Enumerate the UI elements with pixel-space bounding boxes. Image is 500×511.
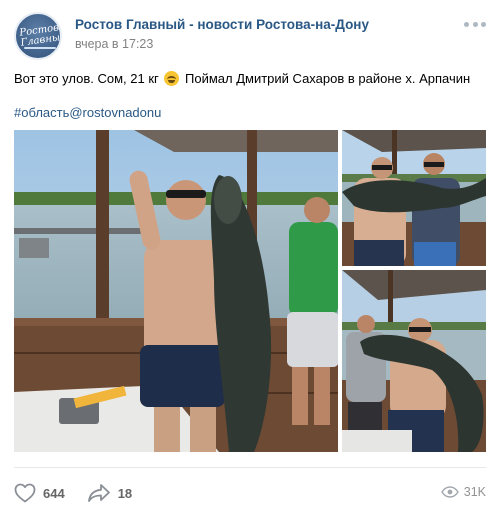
share-button[interactable]: 18 xyxy=(87,483,132,503)
grinning-face-icon xyxy=(164,71,180,86)
eye-icon xyxy=(440,486,459,498)
post-time-link[interactable]: вчера в 17:23 xyxy=(75,37,153,51)
author-name-link[interactable]: Ростов Главный - новости Ростова-на-Дону xyxy=(75,17,369,32)
post-text-continued: Поймал Дмитрий Сахаров в районе х. Арпач… xyxy=(185,71,471,86)
likes-count: 644 xyxy=(43,485,65,501)
views-count: 31K xyxy=(463,485,486,499)
wall-post: Ростов Главный Ростов Главный - новости … xyxy=(0,0,500,511)
avatar-logo-text: Ростов Главный xyxy=(18,22,62,49)
heart-icon xyxy=(14,483,36,503)
post-photo-3[interactable] xyxy=(342,270,486,452)
post-text: Вот это улов. Сом, 21 кг Поймал Дмитрий … xyxy=(14,70,470,87)
like-button[interactable]: 644 xyxy=(14,483,65,503)
post-actions: 644 18 xyxy=(14,480,154,506)
shares-count: 18 xyxy=(117,485,133,501)
post-photo-2[interactable] xyxy=(342,130,486,266)
post-photo-1[interactable] xyxy=(14,130,338,452)
views-counter: 31K xyxy=(440,485,486,499)
post-text-main: Вот это улов. Сом, 21 кг xyxy=(14,71,159,86)
community-avatar[interactable]: Ростов Главный xyxy=(14,12,62,60)
more-options-icon[interactable] xyxy=(464,19,486,29)
share-arrow-icon xyxy=(87,484,110,502)
hashtag-link[interactable]: #область@rostovnadonu xyxy=(14,105,161,120)
